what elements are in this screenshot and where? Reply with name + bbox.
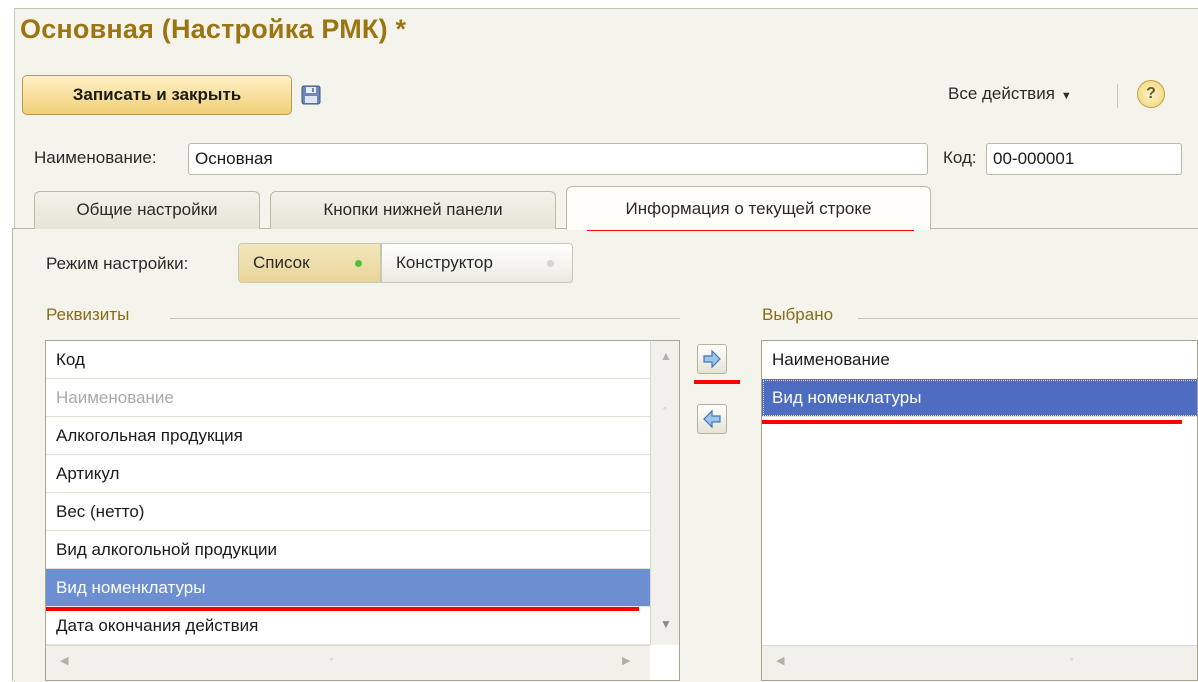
scroll-down-icon[interactable]: ▼ (660, 617, 672, 631)
arrow-left-icon (703, 409, 721, 429)
list-item[interactable]: Вес (нетто) (46, 493, 650, 531)
all-actions-label: Все действия (948, 84, 1055, 103)
scroll-thumb-icon[interactable]: ◦ (1070, 654, 1073, 664)
save-and-close-button[interactable]: Записать и закрыть (22, 75, 292, 115)
tab-bottom-panel-buttons[interactable]: Кнопки нижней панели (270, 191, 556, 229)
list-item[interactable]: Вид алкогольной продукции (46, 531, 650, 569)
list-item-selected[interactable]: Вид номенклатуры (46, 569, 650, 607)
tab-current-row-info[interactable]: Информация о текущей строке (566, 186, 931, 230)
tab-general-settings[interactable]: Общие настройки (34, 191, 260, 229)
scroll-left-icon[interactable]: ◀ (60, 654, 68, 667)
toolbar-divider (1117, 84, 1118, 108)
list-item[interactable]: Код (46, 341, 650, 379)
window-title: Основная (Настройка РМК) * (20, 14, 407, 44)
horizontal-scrollbar[interactable]: ◀ ◦ ▶ (46, 645, 650, 680)
code-field[interactable]: 00-000001 (986, 143, 1182, 175)
scroll-thumb-icon[interactable]: ◦ (330, 654, 333, 664)
list-item[interactable]: Артикул (46, 455, 650, 493)
all-actions-menu[interactable]: Все действия ▼ (948, 84, 1072, 104)
selected-group-title: Выбрано (762, 305, 834, 324)
list-item[interactable]: Наименование (762, 341, 1197, 379)
group-divider (170, 318, 680, 319)
chevron-down-icon: ▼ (1060, 90, 1072, 102)
mode-option-list-label: Список (253, 253, 310, 272)
selected-list[interactable]: Наименование Вид номенклатуры ◀ ◦ (761, 340, 1198, 681)
requisites-list[interactable]: Код Наименование Алкогольная продукция А… (45, 340, 680, 681)
scroll-up-icon[interactable]: ▲ (660, 349, 672, 363)
scroll-right-icon[interactable]: ▶ (622, 654, 630, 667)
mode-option-list[interactable]: Список (238, 243, 381, 283)
annotation-underline (46, 607, 639, 611)
list-item[interactable]: Наименование (46, 379, 650, 417)
list-item-selected[interactable]: Вид номенклатуры (762, 379, 1197, 417)
annotation-underline (694, 380, 740, 384)
horizontal-scrollbar[interactable]: ◀ ◦ (762, 645, 1197, 680)
name-label: Наименование: (34, 148, 157, 167)
list-item[interactable]: Алкогольная продукция (46, 417, 650, 455)
annotation-underline (762, 420, 1182, 424)
arrow-right-icon (703, 349, 721, 369)
group-divider (858, 318, 1198, 319)
floppy-disk-icon[interactable] (301, 85, 321, 105)
code-label: Код: (943, 148, 977, 167)
radio-selected-icon (355, 260, 362, 267)
add-selected-button[interactable] (697, 344, 727, 374)
mode-option-constructor-label: Конструктор (396, 253, 493, 272)
remove-selected-button[interactable] (697, 404, 727, 434)
scroll-left-icon[interactable]: ◀ (776, 654, 784, 667)
list-item[interactable]: Дата окончания действия (46, 607, 650, 645)
name-field[interactable]: Основная (188, 143, 928, 175)
radio-unselected-icon (547, 260, 554, 267)
mode-label: Режим настройки: (46, 254, 189, 273)
help-icon[interactable]: ? (1137, 80, 1165, 108)
scroll-thumb-icon[interactable]: ◦ (663, 403, 666, 413)
vertical-scrollbar[interactable]: ▲ ◦ ▼ (650, 341, 679, 645)
mode-option-constructor[interactable]: Конструктор (381, 243, 573, 283)
requisites-group-title: Реквизиты (46, 305, 130, 324)
